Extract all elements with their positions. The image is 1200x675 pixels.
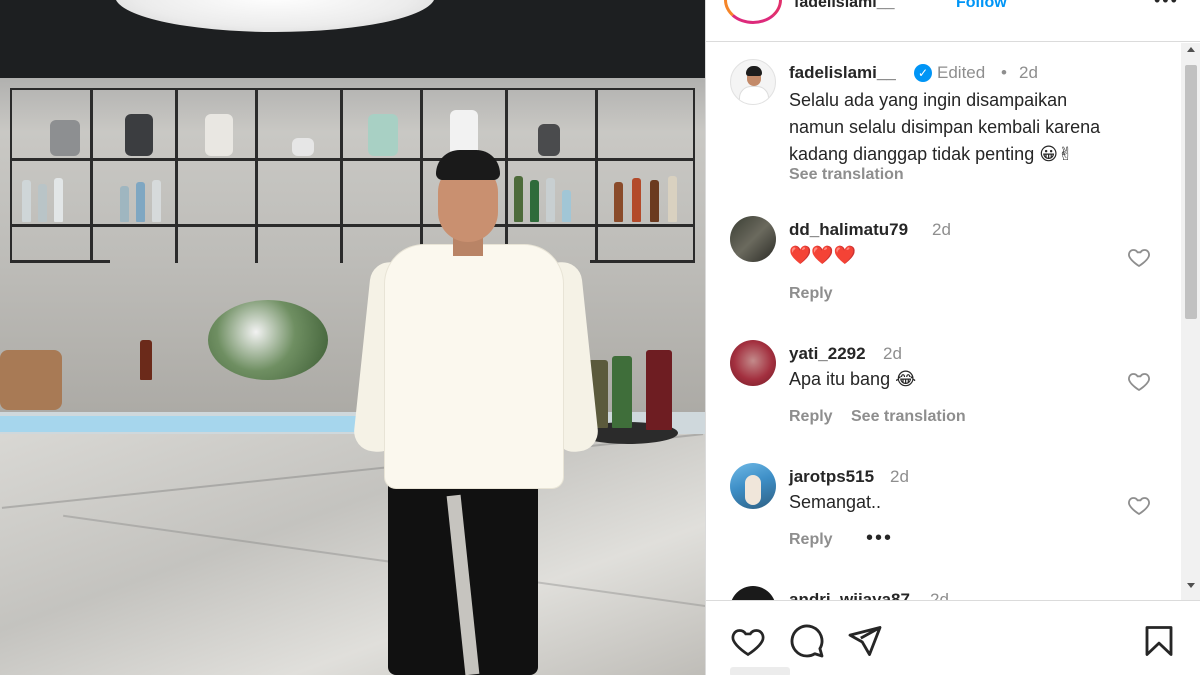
comments-scrollbar[interactable] — [1181, 43, 1200, 600]
caption-username[interactable]: fadelislami__ — [789, 63, 896, 83]
reply-link[interactable]: Reply — [789, 408, 833, 426]
shelf-post — [255, 88, 258, 263]
flower-arrangement — [208, 300, 328, 380]
counter-glow — [0, 416, 400, 432]
follow-button[interactable]: Follow — [956, 0, 1007, 12]
post-header: fadelislami__ Follow ••• — [706, 0, 1200, 42]
post-action-bar — [706, 600, 1200, 675]
caption-avatar[interactable] — [730, 59, 776, 105]
bottle — [136, 182, 145, 222]
shelf-middle — [10, 224, 695, 227]
caption-line: kadang dianggap tidak penting 😀✌ — [789, 144, 1074, 164]
shelf-post — [340, 88, 343, 263]
shelf-lower-left — [10, 260, 110, 263]
shelf-lower-right — [590, 260, 695, 263]
edited-label: Edited — [937, 63, 986, 82]
scroll-thumb[interactable] — [1185, 65, 1197, 319]
caption-time[interactable]: 2d — [1019, 63, 1038, 83]
caption-line: namun selalu disimpan kembali karena — [789, 117, 1101, 137]
reply-link[interactable]: Reply — [789, 531, 833, 549]
reply-link[interactable]: Reply — [789, 285, 833, 303]
person — [352, 150, 600, 675]
scroll-down-arrow-icon[interactable] — [1187, 583, 1195, 588]
comment-text: ❤️❤️❤️ — [789, 245, 857, 265]
see-translation-link[interactable]: See translation — [851, 408, 966, 426]
comment-like-heart-icon[interactable] — [1126, 369, 1152, 393]
post-side-panel: fadelislami__ Follow ••• fadelislami__ ✓… — [705, 0, 1200, 675]
bottle — [650, 180, 659, 222]
bottle — [140, 340, 152, 380]
header-avatar[interactable] — [724, 0, 782, 24]
comment-username[interactable]: jarotps515 — [789, 467, 874, 487]
comment-options-icon[interactable]: ••• — [866, 527, 893, 550]
see-translation-link[interactable]: See translation — [789, 166, 904, 184]
bottle — [632, 178, 641, 222]
comment-like-heart-icon[interactable] — [1126, 493, 1152, 517]
bottle — [646, 350, 672, 430]
bottle — [668, 176, 677, 222]
header-username[interactable]: fadelislami__ — [794, 0, 895, 12]
bottle — [54, 178, 63, 222]
bookmark-icon[interactable] — [1141, 623, 1177, 659]
heart-icon[interactable] — [730, 623, 766, 659]
bottle — [614, 182, 623, 222]
wooden-barrel — [0, 350, 62, 410]
comment-username[interactable]: yati_2292 — [789, 344, 866, 364]
marble-counter — [0, 430, 705, 675]
comment-time[interactable]: 2d — [930, 590, 949, 600]
shelf-upper — [10, 158, 695, 161]
comment-like-heart-icon[interactable] — [1126, 245, 1152, 269]
shelf-vase — [50, 120, 80, 156]
commenter-avatar[interactable] — [730, 463, 776, 509]
scroll-up-arrow-icon[interactable] — [1187, 47, 1195, 52]
shelf-post — [175, 88, 178, 263]
share-icon[interactable] — [847, 623, 883, 659]
comment-username[interactable]: dd_halimatu79 — [789, 220, 908, 240]
shelf-post — [595, 88, 598, 263]
comment-time[interactable]: 2d — [883, 344, 902, 364]
comment-icon[interactable] — [789, 623, 825, 659]
comment-text: Semangat.. — [789, 492, 882, 512]
commenter-avatar[interactable] — [730, 216, 776, 262]
commenter-avatar[interactable] — [730, 586, 776, 600]
person-hair — [436, 150, 500, 180]
bottle — [22, 180, 31, 222]
comment-time[interactable]: 2d — [890, 467, 909, 487]
bottle — [612, 356, 632, 428]
shelf-frame — [10, 88, 695, 263]
bottle — [152, 180, 161, 222]
caption-line: Selalu ada yang ingin disampaikan — [789, 90, 1068, 110]
person-shirt — [384, 244, 564, 489]
bottle — [38, 184, 47, 222]
post-photo[interactable] — [0, 0, 705, 675]
shelf-vase — [292, 138, 314, 156]
comments-list[interactable]: fadelislami__ ✓ Edited • 2d Selalu ada y… — [706, 43, 1181, 600]
comment-text: Apa itu bang 😂 — [789, 369, 917, 389]
shelf-vase — [125, 114, 153, 156]
likes-count-peek — [730, 667, 790, 675]
meta-separator: • — [1001, 63, 1007, 82]
comment-username[interactable]: andri_wijaya87 — [789, 590, 910, 600]
verified-badge-icon: ✓ — [914, 64, 932, 82]
more-icon[interactable]: ••• — [1154, 0, 1179, 11]
bottle — [120, 186, 129, 222]
commenter-avatar[interactable] — [730, 340, 776, 386]
shelf-post — [90, 88, 93, 263]
shelf-vase — [205, 114, 233, 156]
comment-time[interactable]: 2d — [932, 220, 951, 240]
